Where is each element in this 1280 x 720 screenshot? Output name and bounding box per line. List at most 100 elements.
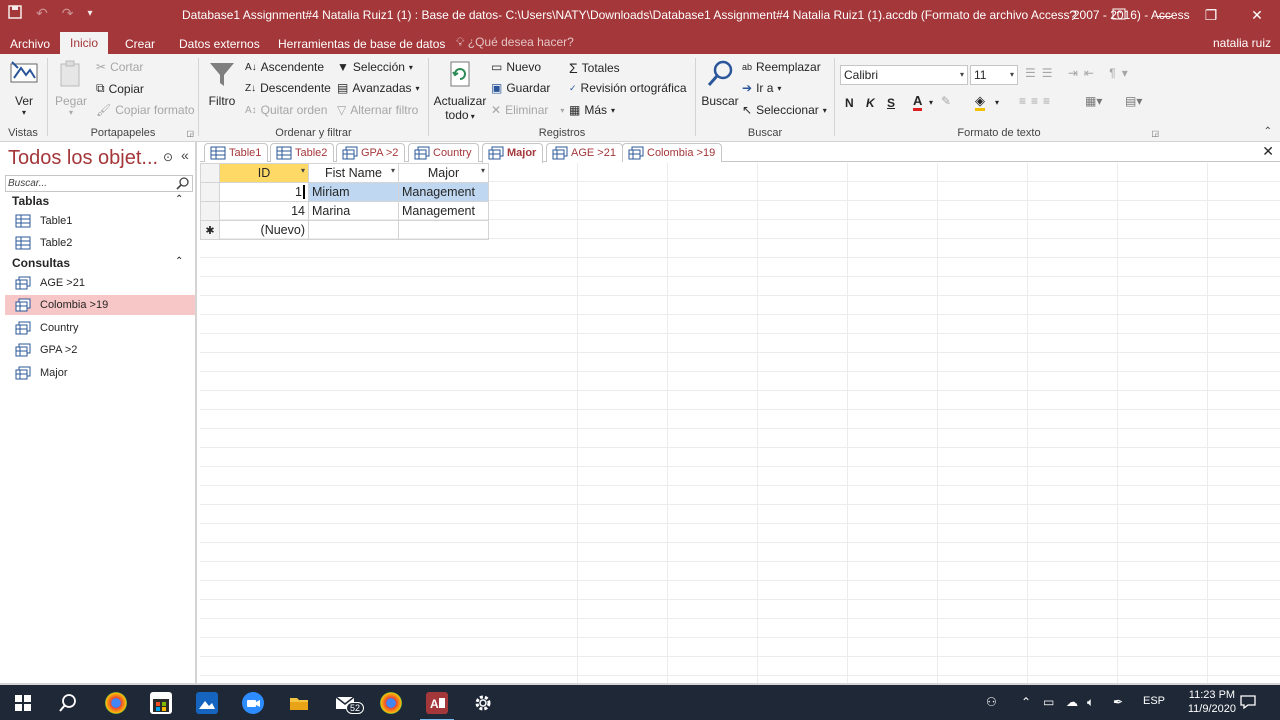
- dialog-launcher-icon[interactable]: ◲: [1151, 129, 1159, 138]
- save-record-button[interactable]: ▣ Guardar: [491, 81, 550, 95]
- align-icons[interactable]: ≡≡≡: [1019, 94, 1055, 108]
- undo-icon[interactable]: ↶: [36, 5, 48, 22]
- font-color-button[interactable]: A: [913, 94, 923, 111]
- chrome-icon[interactable]: [105, 692, 127, 714]
- nav-item-country[interactable]: Country: [5, 318, 195, 338]
- sort-ascending-button[interactable]: A↓ Ascendente: [245, 60, 324, 74]
- cell-major[interactable]: Management: [398, 201, 489, 221]
- cell-first-name[interactable]: Marina: [308, 201, 399, 221]
- cell-first-name[interactable]: [308, 220, 399, 240]
- people-icon[interactable]: ⚇: [986, 695, 997, 709]
- tab-datos-externos[interactable]: Datos externos: [169, 34, 270, 54]
- volume-icon[interactable]: 🔈︎: [1087, 695, 1094, 710]
- store-icon[interactable]: [150, 692, 172, 714]
- view-button[interactable]: Ver ▾: [6, 58, 42, 117]
- row-selector[interactable]: [200, 182, 220, 202]
- close-button[interactable]: ✕: [1234, 0, 1280, 31]
- column-header-id[interactable]: ID ▾: [219, 163, 309, 183]
- highlight-icon[interactable]: ✎: [941, 94, 951, 108]
- paste-button[interactable]: Pegar ▾: [54, 58, 88, 117]
- format-painter-button[interactable]: 🖌︎ Copiar formato: [96, 103, 195, 117]
- doc-tab-age-21[interactable]: AGE >21: [546, 143, 623, 162]
- nav-item-age-21[interactable]: AGE >21: [5, 273, 195, 293]
- windows-start-icon[interactable]: [12, 692, 34, 714]
- settings-gear-icon[interactable]: [472, 692, 494, 714]
- new-record-button[interactable]: ▭ Nuevo: [491, 60, 541, 74]
- file-explorer-icon[interactable]: [288, 692, 310, 714]
- chrome-profile-icon[interactable]: [380, 692, 402, 714]
- onedrive-icon[interactable]: ☁: [1066, 695, 1078, 709]
- table-row[interactable]: 14 Marina Management: [200, 201, 489, 221]
- underline-button[interactable]: S: [887, 96, 895, 110]
- font-name-select[interactable]: Calibri ▾: [840, 65, 968, 85]
- copy-button[interactable]: ⧉ Copiar: [96, 81, 144, 96]
- advanced-filter-button[interactable]: ▤ Avanzadas ▾: [337, 81, 420, 95]
- save-icon[interactable]: [8, 5, 22, 22]
- clock[interactable]: 11:23 PM 11/9/2020: [1188, 688, 1236, 716]
- tab-inicio[interactable]: Inicio: [60, 32, 109, 54]
- ribbon-display-button[interactable]: [1096, 0, 1142, 31]
- mail-icon[interactable]: 52: [334, 692, 365, 714]
- restore-button[interactable]: ❐: [1188, 0, 1234, 31]
- tab-crear[interactable]: Crear: [115, 34, 165, 54]
- battery-icon[interactable]: ▭: [1043, 695, 1054, 709]
- cell-major[interactable]: Management: [398, 182, 489, 202]
- more-button[interactable]: ▦ Más ▾: [569, 103, 615, 117]
- cell-major[interactable]: [398, 220, 489, 240]
- replace-button[interactable]: ab Reemplazar: [742, 60, 821, 74]
- dialog-launcher-icon[interactable]: ◲: [186, 129, 194, 138]
- doc-tab-country[interactable]: Country: [408, 143, 479, 162]
- cell-id[interactable]: 1: [219, 182, 309, 202]
- row-selector[interactable]: [200, 201, 220, 221]
- remove-sort-button[interactable]: A↕ Quitar orden: [245, 103, 327, 117]
- cell-id-new[interactable]: (Nuevo): [219, 220, 309, 240]
- section-consultas[interactable]: Consultas ⌃: [12, 256, 183, 270]
- tell-me-search[interactable]: 💡︎ ¿Qué desea hacer?: [456, 35, 574, 50]
- minimize-button[interactable]: —: [1142, 0, 1188, 31]
- new-record-row[interactable]: ✱ (Nuevo): [200, 220, 489, 240]
- find-button[interactable]: Buscar: [700, 58, 740, 108]
- chevron-up-icon[interactable]: ⌃: [1021, 695, 1031, 709]
- notifications-icon[interactable]: [1240, 695, 1256, 712]
- chevron-down-icon[interactable]: ▾: [301, 166, 305, 175]
- pen-icon[interactable]: ✒: [1113, 695, 1123, 709]
- close-document-icon[interactable]: ✕: [1262, 143, 1274, 160]
- photos-icon[interactable]: [196, 692, 218, 714]
- column-header-major[interactable]: Major ▾: [398, 163, 489, 183]
- nav-pane-title[interactable]: Todos los objet...: [8, 147, 158, 170]
- fill-color-button[interactable]: ◈: [975, 94, 985, 111]
- doc-tab-colombia-19[interactable]: Colombia >19: [622, 143, 723, 162]
- chevron-down-icon[interactable]: ▾: [481, 166, 485, 175]
- cell-first-name[interactable]: Miriam: [308, 182, 399, 202]
- italic-button[interactable]: K: [866, 96, 875, 110]
- alt-row-color-icon[interactable]: ▤▾: [1125, 94, 1142, 108]
- select-all-cell[interactable]: [200, 163, 220, 183]
- tab-herramientas[interactable]: Herramientas de base de datos: [268, 34, 455, 54]
- search-icon[interactable]: [57, 692, 79, 714]
- zoom-icon[interactable]: [242, 692, 264, 714]
- gridlines-icon[interactable]: ▦▾: [1085, 94, 1102, 108]
- doc-tab-table1[interactable]: Table1: [204, 143, 269, 162]
- bold-button[interactable]: N: [845, 96, 854, 110]
- help-button[interactable]: ?: [1050, 0, 1096, 31]
- nav-search-input[interactable]: Buscar...: [5, 175, 193, 192]
- refresh-all-button[interactable]: Actualizar todo ▾: [433, 58, 487, 122]
- delete-record-button[interactable]: ✕ Eliminar ▾: [491, 103, 564, 117]
- section-tablas[interactable]: Tablas ⌃: [12, 194, 183, 208]
- totals-button[interactable]: Σ Totales: [569, 60, 620, 76]
- chevron-down-icon[interactable]: ▾: [391, 166, 395, 175]
- cell-id[interactable]: 14: [219, 201, 309, 221]
- tab-archivo[interactable]: Archivo: [0, 34, 60, 54]
- nav-item-colombia-19[interactable]: Colombia >19: [5, 295, 195, 315]
- doc-tab-major[interactable]: Major: [482, 143, 544, 164]
- cut-button[interactable]: ✂ Cortar: [96, 60, 143, 74]
- nav-item-table2[interactable]: Table2: [5, 233, 195, 253]
- customize-qat-icon[interactable]: ▾: [87, 8, 92, 19]
- selection-button[interactable]: ▼ Selección ▾: [337, 60, 413, 74]
- nav-item-gpa-2[interactable]: GPA >2: [5, 340, 195, 360]
- select-button[interactable]: ↖ Seleccionar ▾: [742, 103, 827, 117]
- sort-descending-button[interactable]: Z↓ Descendente: [245, 81, 331, 95]
- collapse-ribbon-icon[interactable]: ⌃: [1264, 126, 1272, 137]
- access-icon[interactable]: A: [420, 692, 454, 720]
- redo-icon[interactable]: ↷: [62, 5, 74, 22]
